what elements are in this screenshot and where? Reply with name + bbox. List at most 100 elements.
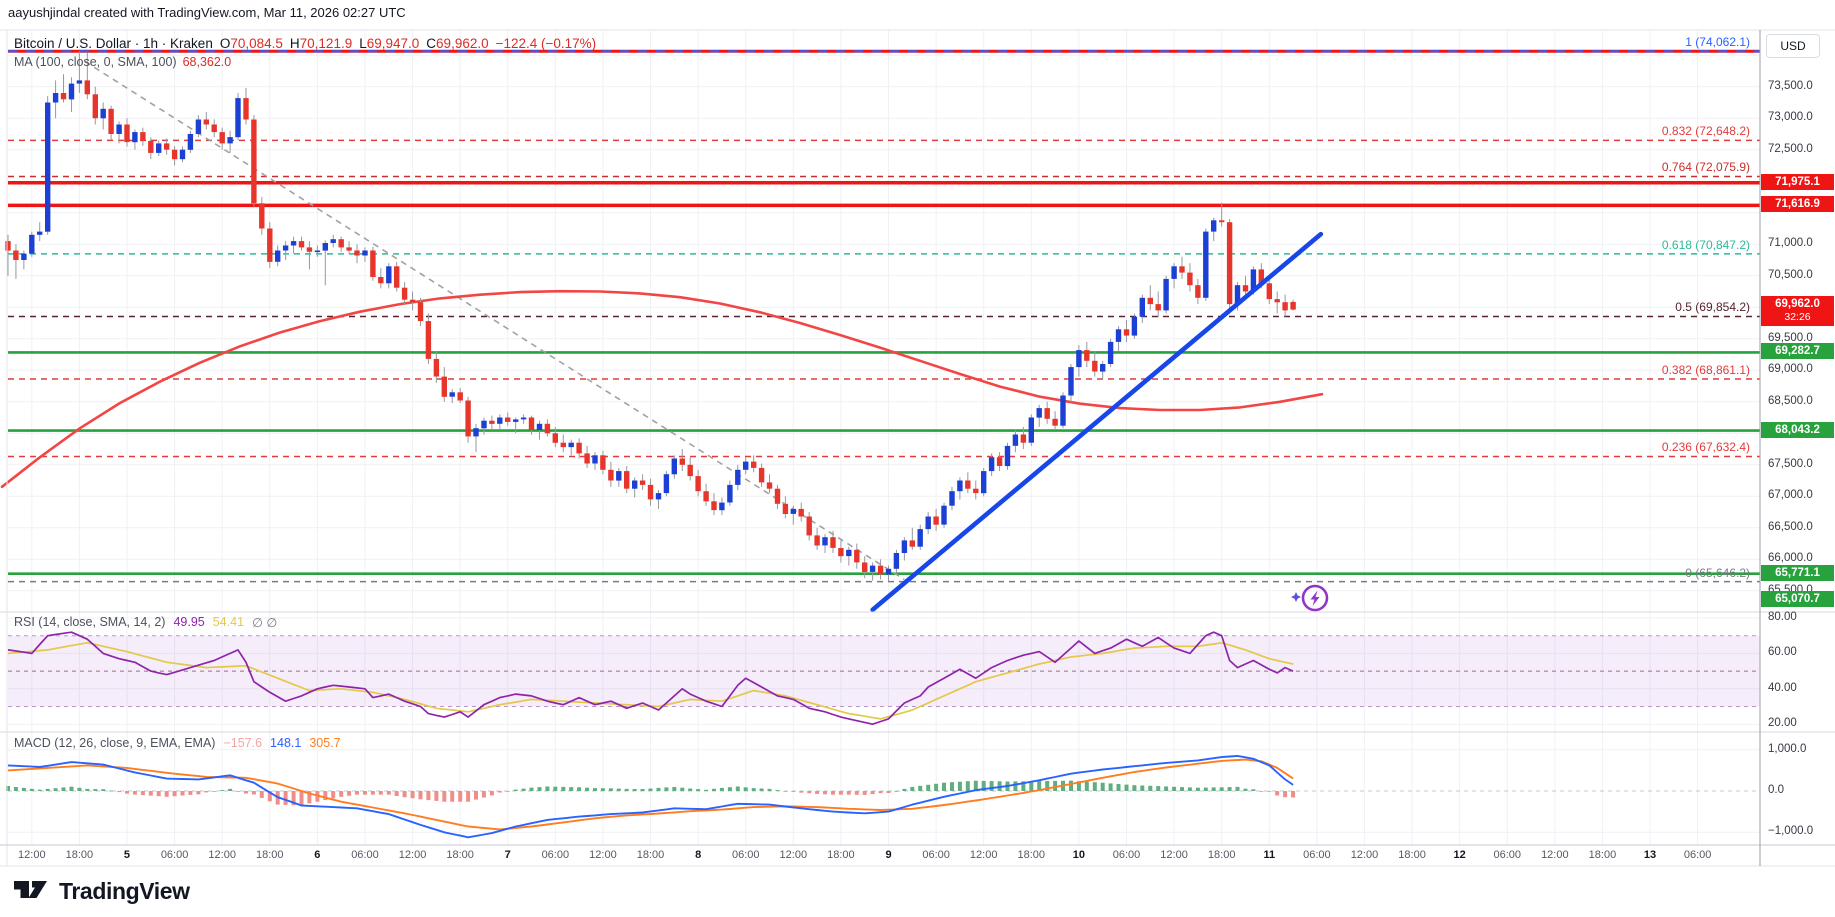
time-axis-label: 18:00 (1018, 849, 1046, 861)
time-axis-day-label: 8 (695, 849, 701, 861)
macd-histogram-bar (910, 787, 914, 791)
candle (981, 471, 986, 493)
macd-histogram-bar (117, 791, 121, 792)
macd-histogram-bar (101, 789, 105, 791)
candle (69, 84, 74, 100)
rsi-legend: RSI (14, close, SMA, 14, 2) 49.95 54.41 … (14, 615, 277, 630)
macd-histogram-bar (498, 791, 502, 793)
candle (140, 132, 145, 141)
time-axis-label: 12:00 (970, 849, 998, 861)
candle (656, 493, 661, 499)
candle (545, 424, 550, 434)
macd-histogram-bar (403, 791, 407, 797)
low-value: 69,947.0 (367, 36, 420, 51)
candle (172, 150, 177, 160)
macd-histogram-bar (1204, 788, 1208, 791)
candle (45, 103, 50, 232)
macd-histogram-bar (85, 789, 89, 791)
candle (584, 453, 589, 463)
close-value: 69,962.0 (436, 36, 489, 51)
candle (1029, 418, 1034, 443)
time-axis-label: 18:00 (827, 849, 855, 861)
rsi-value: 49.95 (173, 615, 204, 630)
price-axis-label: 69,500.0 (1768, 332, 1813, 344)
rsi-axis-label: 60.00 (1768, 646, 1797, 658)
macd-histogram-bar (545, 787, 549, 792)
candle (243, 98, 248, 119)
price-axis-label: 73,000.0 (1768, 111, 1813, 123)
macd-histogram-bar (958, 782, 962, 791)
candle (1013, 435, 1018, 446)
candle (1092, 361, 1097, 372)
change-value: −122.4 (−0.17%) (496, 36, 597, 51)
candle (227, 137, 232, 143)
candle (1052, 419, 1057, 426)
macd-histogram-bar (934, 784, 938, 791)
candle (13, 251, 18, 261)
candle (1290, 302, 1295, 310)
candle (751, 462, 756, 468)
macd-histogram-bar (77, 788, 81, 791)
candle (989, 457, 994, 471)
candle (735, 470, 740, 485)
macd-histogram-bar (553, 787, 557, 791)
candle (624, 471, 629, 489)
price-axis-label: 71,000.0 (1768, 237, 1813, 249)
tradingview-logo[interactable]: TradingView (12, 876, 190, 906)
macd-histogram-bar (871, 791, 875, 794)
candle (1005, 446, 1010, 466)
macd-histogram-bar (522, 789, 526, 791)
candle (513, 419, 518, 422)
macd-histogram-bar (649, 789, 653, 792)
candle (902, 540, 907, 553)
candle (965, 481, 970, 489)
time-axis-day-label: 10 (1073, 849, 1085, 861)
price-axis-label: 66,000.0 (1768, 552, 1813, 564)
macd-histogram-bar (331, 791, 335, 798)
macd-histogram-bar (387, 791, 391, 795)
macd-histogram-bar (625, 789, 629, 791)
time-axis-day-label: 13 (1644, 849, 1656, 861)
time-axis-label: 12:00 (1160, 849, 1188, 861)
candle (148, 141, 153, 153)
candle (918, 529, 923, 547)
candle (1187, 273, 1192, 286)
symbol-title: Bitcoin / U.S. Dollar · 1h · Kraken (14, 36, 213, 51)
candle (1195, 285, 1200, 298)
macd-histogram-bar (419, 791, 423, 799)
candle (156, 143, 161, 153)
rsi-ma-value: 54.41 (213, 615, 244, 630)
macd-histogram-bar (807, 791, 811, 793)
lightning-icon[interactable] (1288, 582, 1334, 616)
macd-histogram-bar (1140, 786, 1144, 792)
macd-histogram-bar (1117, 784, 1121, 791)
macd-histogram-bar (482, 791, 486, 798)
time-axis-label: 18:00 (1589, 849, 1617, 861)
candle (997, 457, 1002, 466)
open-value: 70,084.5 (230, 36, 283, 51)
candle (1211, 220, 1216, 231)
macd-histogram-bar (125, 791, 129, 794)
macd-histogram-bar (966, 781, 970, 791)
macd-histogram-bar (1244, 789, 1248, 791)
candle (1132, 317, 1137, 336)
time-axis-label: 06:00 (542, 849, 570, 861)
macd-histogram-bar (149, 791, 153, 796)
time-axis-label: 12:00 (1541, 849, 1569, 861)
candle (711, 501, 716, 510)
candle (1275, 299, 1280, 302)
macd-histogram-bar (950, 782, 954, 791)
macd-histogram-bar (760, 789, 764, 792)
candle (434, 359, 439, 377)
price-axis-label: 73,500.0 (1768, 80, 1813, 92)
macd-histogram-bar (1196, 788, 1200, 791)
macd-histogram-bar (569, 787, 573, 791)
candle (561, 443, 566, 447)
price-axis-label: 72,500.0 (1768, 143, 1813, 155)
chart-plot-area[interactable] (0, 0, 1835, 917)
candle (1179, 266, 1184, 272)
candle (592, 455, 597, 463)
macd-histogram-bar (181, 791, 185, 796)
candle (799, 509, 804, 517)
fib-level-label: 0.236 (67,632.4) (1662, 440, 1750, 454)
